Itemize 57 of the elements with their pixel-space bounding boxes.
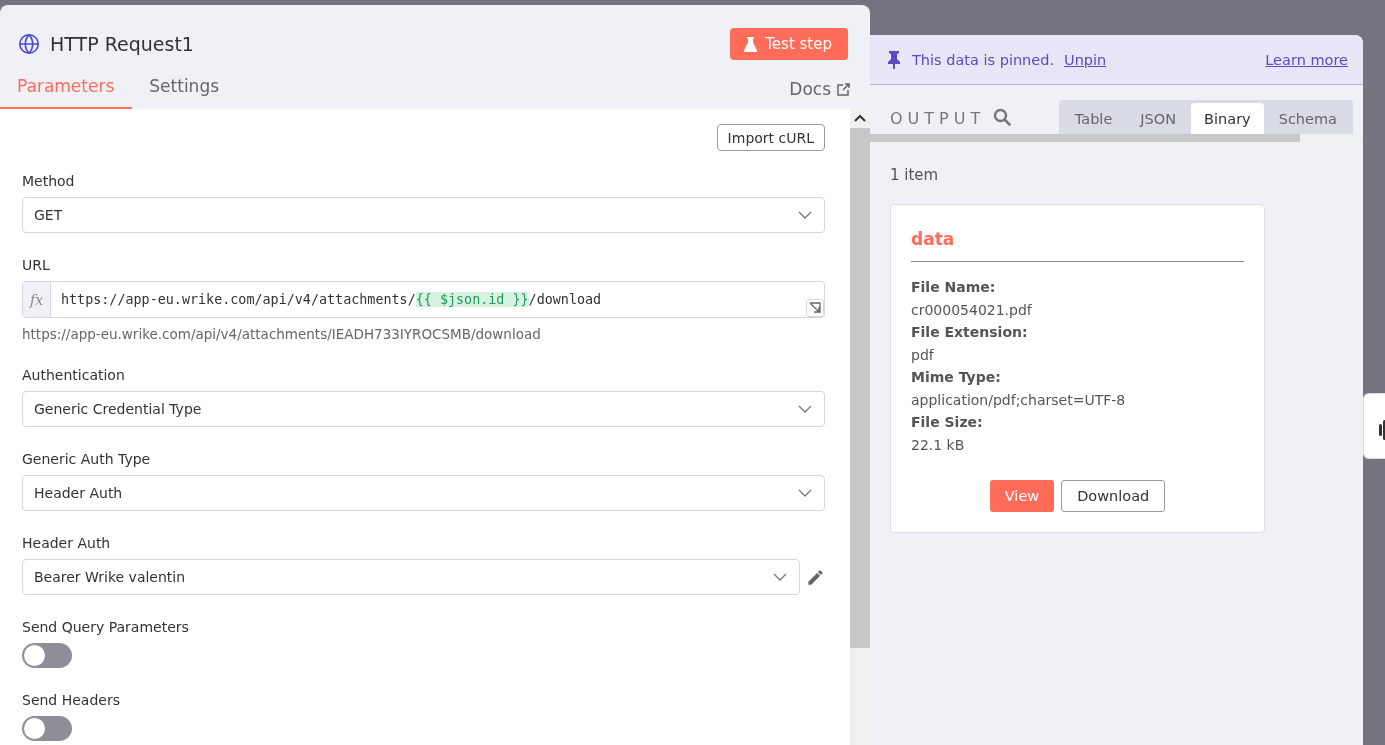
node-title: HTTP Request1 [50, 33, 194, 55]
property-value: 22.1 kB [911, 435, 965, 455]
field-label: Send Query Parameters [22, 619, 189, 635]
url-preview: https://app-eu.wrike.com/api/v4/attachments/IEADH733IYROCSMB/download [22, 326, 541, 342]
scrollbar-thumb[interactable] [850, 128, 870, 648]
import-curl-button[interactable]: Import cURL [716, 124, 825, 151]
tab[interactable]: Binary [1191, 103, 1264, 134]
pin-icon [886, 50, 902, 69]
item-count: 1 item [889, 165, 940, 186]
chevron-down-icon [798, 405, 812, 413]
select-field[interactable]: Generic Credential Type [22, 391, 825, 427]
globe-icon [18, 33, 40, 55]
bar-icon [1379, 420, 1385, 440]
chevron-down-icon [798, 211, 812, 219]
tab[interactable]: Settings [132, 72, 238, 109]
expression-text: https://app-eu.wrike.com/api/v4/attachments/{{ $json.id }}/download [60, 291, 602, 309]
property-value: application/pdf;charset=UTF-8 [911, 390, 1126, 410]
side-panel-tab[interactable] [1363, 393, 1385, 459]
tab[interactable]: Table [1061, 103, 1126, 134]
tab[interactable]: JSON [1127, 103, 1190, 134]
chevron-down-icon [773, 573, 787, 581]
field-label: Authentication [22, 367, 125, 383]
toggle-switch[interactable] [22, 716, 72, 741]
unpin-link[interactable]: Unpin [1064, 51, 1107, 68]
field-label: Method [22, 173, 75, 189]
card-title: data [911, 229, 1244, 262]
property-value: cr000054021.pdf [911, 300, 1032, 320]
search-icon[interactable] [993, 108, 1012, 126]
output-label: OUTPUT [890, 109, 986, 130]
download-button[interactable]: Download [1061, 480, 1166, 512]
field-label: Generic Auth Type [22, 451, 151, 467]
property-label: File Extension: [911, 323, 1028, 342]
field-label: URL [22, 257, 50, 273]
chevron-down-icon [798, 489, 812, 497]
url-field[interactable]: fx https://app-eu.wrike.com/api/v4/attachments/{{ $json.id }}/download [22, 281, 825, 318]
tab[interactable]: Schema [1265, 103, 1350, 134]
field-label: Header Auth [22, 535, 111, 551]
pinned-message: This data is pinned. [912, 51, 1055, 68]
select-field[interactable]: Header Auth [22, 475, 825, 511]
field-label: Send Headers [22, 692, 120, 708]
property-label: Mime Type: [911, 368, 1001, 387]
flask-icon [744, 36, 758, 52]
property-value: pdf [911, 345, 934, 365]
docs-link[interactable]: Docs [789, 79, 850, 109]
select-field[interactable]: Bearer Wrike valentin [22, 559, 800, 595]
external-link-icon [837, 82, 850, 96]
scroll-up-icon[interactable] [854, 114, 866, 122]
view-button[interactable]: View [989, 480, 1055, 512]
test-step-button[interactable]: Test step [730, 28, 848, 60]
expand-icon[interactable] [806, 299, 824, 317]
toggle-switch[interactable] [22, 643, 72, 668]
scrollbar-thumb[interactable] [870, 134, 1300, 142]
property-label: File Size: [911, 413, 983, 432]
select-field[interactable]: GET [22, 197, 825, 233]
fx-label: fx [23, 282, 51, 317]
learn-more-link[interactable]: Learn more [1265, 51, 1348, 68]
property-label: File Name: [911, 278, 996, 297]
